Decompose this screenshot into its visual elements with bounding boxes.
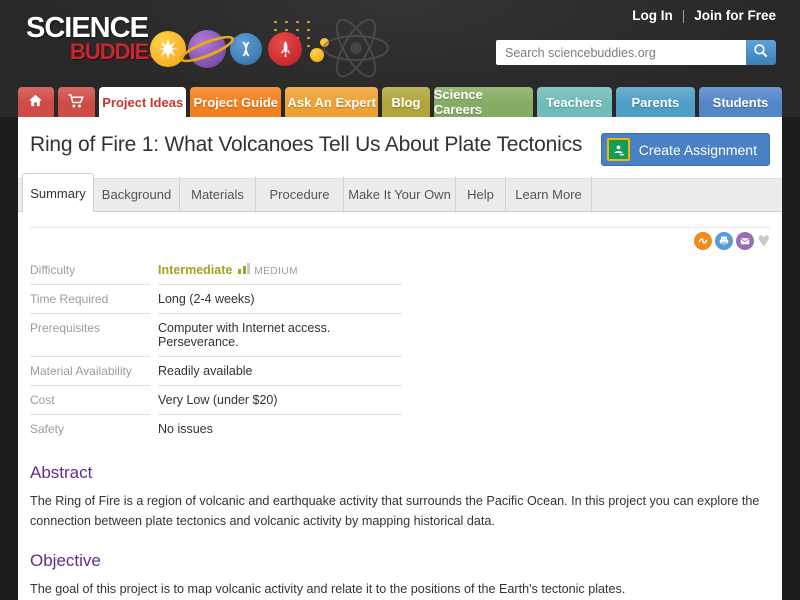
detail-value: Computer with Internet access. Persevera… — [158, 314, 402, 357]
nav-item-parents[interactable]: Parents — [615, 87, 695, 117]
tab-summary[interactable]: Summary — [22, 173, 94, 212]
science-buddies-logo[interactable]: SCIENCE BUDDIES® — [26, 12, 168, 62]
site-search — [496, 40, 776, 65]
search-input[interactable] — [496, 40, 746, 65]
objective-heading: Objective — [30, 551, 101, 571]
cart-icon — [67, 92, 85, 113]
tab-materials[interactable]: Materials — [180, 177, 256, 211]
detail-label: Material Availability — [30, 357, 150, 386]
tab-make-it-your-own[interactable]: Make It Your Own — [344, 177, 456, 211]
account-links: Log In | Join for Free — [632, 8, 776, 23]
atom-doodle — [320, 16, 392, 85]
log-in-link[interactable]: Log In — [632, 8, 673, 23]
nav-item-ask-an-expert[interactable]: Ask An Expert — [285, 87, 379, 117]
detail-label: Safety — [30, 422, 65, 436]
detail-label: Prerequisites — [30, 314, 150, 357]
difficulty-value: Intermediate — [158, 263, 233, 277]
detail-label: Cost — [30, 386, 150, 415]
tab-help[interactable]: Help — [456, 177, 506, 211]
join-for-free-link[interactable]: Join for Free — [694, 8, 776, 23]
objective-text: The goal of this project is to map volca… — [30, 582, 626, 597]
page-title: Ring of Fire 1: What Volcanoes Tell Us A… — [30, 133, 583, 156]
nav-item-project-ideas[interactable]: Project Ideas — [99, 87, 187, 117]
main-nav: Project Ideas Project Guide Ask An Exper… — [18, 87, 783, 117]
share-icon[interactable] — [693, 232, 712, 250]
difficulty-bars-icon — [238, 263, 251, 274]
site-header: SCIENCE BUDDIES® — [0, 0, 800, 117]
detail-value: Very Low (under $20) — [158, 386, 402, 415]
detail-row-material-availability: Material Availability Readily available — [30, 357, 402, 386]
link-separator: | — [681, 8, 686, 23]
project-details-table: Difficulty Intermediate MEDIUM Time Requi… — [30, 256, 402, 443]
print-icon[interactable] — [714, 232, 733, 250]
detail-row-difficulty: Difficulty Intermediate MEDIUM — [30, 256, 402, 285]
favorite-icon[interactable]: ♥ — [758, 230, 770, 251]
detail-value: Intermediate MEDIUM — [158, 256, 402, 285]
home-icon — [28, 93, 43, 111]
abstract-heading: Abstract — [30, 463, 93, 482]
nav-item-blog[interactable]: Blog — [382, 87, 430, 117]
google-classroom-icon — [606, 138, 630, 161]
tab-procedure[interactable]: Procedure — [256, 177, 344, 211]
detail-value: No issues — [158, 422, 213, 436]
email-icon[interactable] — [735, 232, 754, 250]
project-tabstrip: Summary Background Materials Procedure M… — [18, 173, 782, 212]
tab-background[interactable]: Background — [94, 177, 180, 211]
cart-tab[interactable] — [57, 87, 96, 117]
detail-value: Readily available — [158, 357, 402, 386]
logo-text-science: SCIENCE — [26, 12, 149, 44]
share-icons-row: ♥ — [30, 227, 770, 251]
create-assignment-button[interactable]: Create Assignment — [600, 133, 770, 166]
search-icon — [753, 43, 769, 62]
create-assignment-label: Create Assignment — [638, 141, 757, 158]
home-tab[interactable] — [18, 87, 54, 117]
nav-item-teachers[interactable]: Teachers — [536, 87, 612, 117]
detail-label: Difficulty — [30, 256, 150, 285]
detail-row-time-required: Time Required Long (2-4 weeks) — [30, 285, 402, 314]
detail-label: Time Required — [30, 285, 150, 314]
abstract-text: The Ring of Fire is a region of volcanic… — [30, 494, 760, 528]
detail-value: Long (2-4 weeks) — [158, 285, 402, 314]
page-body: Ring of Fire 1: What Volcanoes Tell Us A… — [18, 117, 782, 600]
difficulty-level: MEDIUM — [254, 266, 298, 277]
dna-icon — [230, 33, 262, 65]
nav-item-students[interactable]: Students — [698, 87, 783, 117]
detail-row-safety: Safety No issues — [30, 415, 402, 443]
rocket-icon — [268, 32, 302, 66]
detail-row-cost: Cost Very Low (under $20) — [30, 386, 402, 415]
search-button[interactable] — [746, 40, 776, 65]
tab-learn-more[interactable]: Learn More — [506, 177, 592, 211]
nav-item-project-guide[interactable]: Project Guide — [190, 87, 282, 117]
detail-row-prerequisites: Prerequisites Computer with Internet acc… — [30, 314, 402, 357]
planet-icon — [177, 30, 237, 68]
nav-item-science-careers[interactable]: Science Careers — [433, 87, 533, 117]
logo-icon-row — [150, 30, 329, 68]
